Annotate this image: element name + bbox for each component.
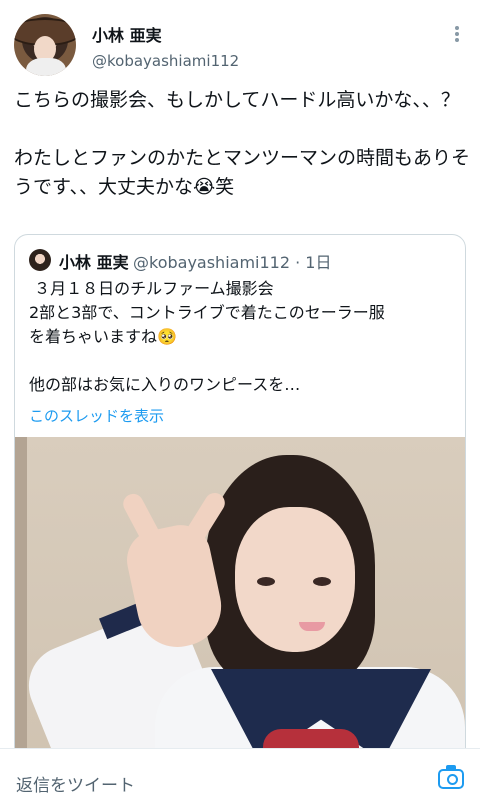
quoted-tweet-text: ３月１８日のチルファーム撮影会 2部と3部で、コントライブで着たこのセーラー服 … [29, 279, 385, 394]
photo-face [235, 507, 355, 652]
show-thread-link[interactable]: このスレッドを表示 [29, 405, 164, 426]
avatar-body [26, 58, 66, 76]
reply-bar: 返信をツイート [0, 748, 480, 806]
photo-eye-left [257, 577, 275, 586]
quoted-tweet[interactable]: 小林 亜実 @kobayashiami112 · 1日 ３月１８日のチルファーム… [14, 234, 466, 806]
author-handle[interactable]: @kobayashiami112 [92, 52, 239, 70]
author-avatar[interactable] [14, 14, 76, 76]
author-name[interactable]: 小林 亜実 [92, 22, 162, 46]
tweet-header: 小林 亜実 @kobayashiami112 [0, 0, 480, 84]
reply-input[interactable]: 返信をツイート [16, 771, 135, 796]
photo-eye-right [313, 577, 331, 586]
quoted-author-name: 小林 亜実 [59, 253, 129, 272]
quoted-author-handle-time: @kobayashiami112 · 1日 [133, 253, 332, 272]
more-dot [455, 32, 459, 36]
camera-icon[interactable] [438, 765, 464, 789]
more-vertical-icon[interactable] [448, 24, 466, 46]
tweet-text: こちらの撮影会、もしかしてハードル高いかな、、？ わたしとファンのかたとマンツー… [14, 89, 471, 198]
more-dot [455, 26, 459, 30]
quoted-author-avatar [29, 249, 51, 271]
more-dot [455, 38, 459, 42]
